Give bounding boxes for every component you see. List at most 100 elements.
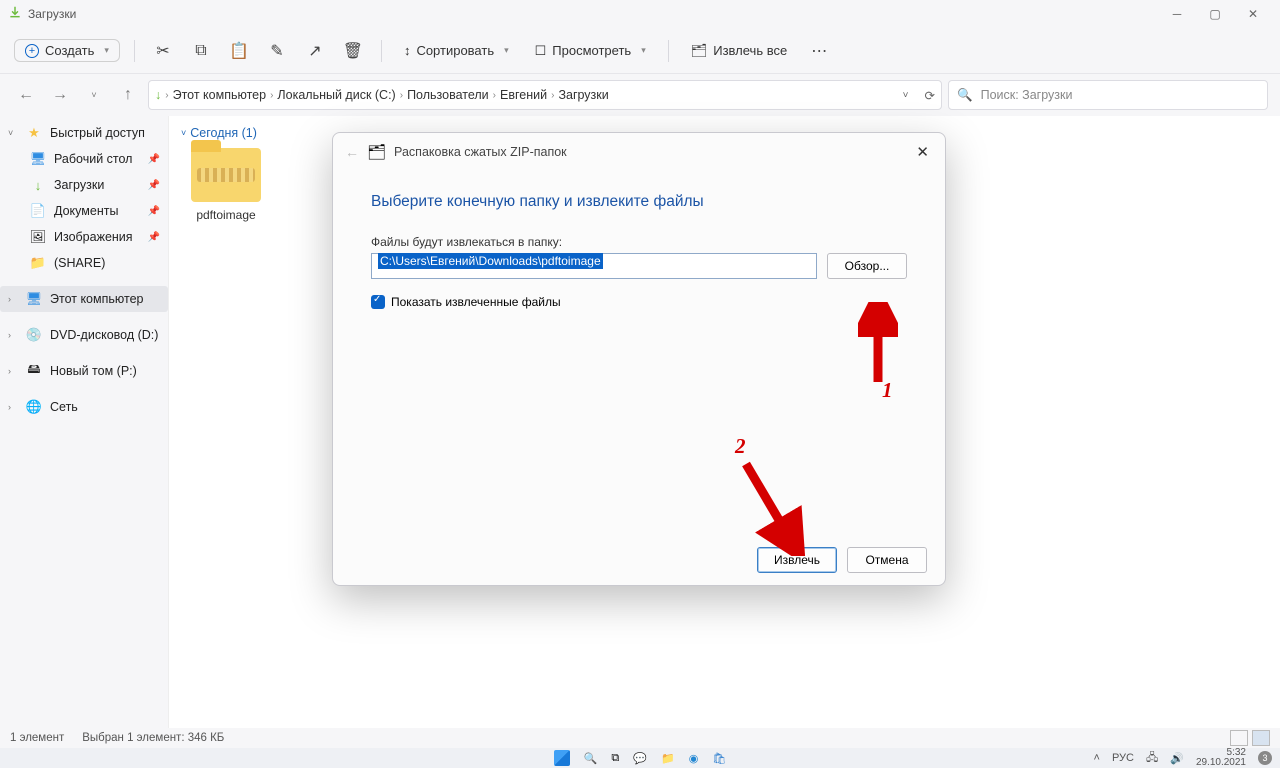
share-icon[interactable]: ↗ [301,37,329,65]
sidebar-item-images[interactable]: 🖼Изображения📌 [0,224,168,250]
folder-icon: 📁 [30,255,46,271]
search-taskbar-icon[interactable]: 🔍 [584,752,598,765]
crumb[interactable]: Пользователи [407,88,489,102]
network-tray-icon[interactable]: 🖧 [1146,749,1158,768]
list-view-button[interactable] [1230,730,1248,746]
clock[interactable]: 5:32 29.10.2021 [1196,748,1246,768]
tray-chevron-icon[interactable]: ˄ [1094,752,1100,764]
checkbox-icon [371,295,385,309]
separator [381,40,382,62]
disc-icon: 💿 [26,327,42,343]
chevron-down-icon: ▾ [641,45,646,56]
view-button[interactable]: ☐ Просмотреть ▾ [527,39,654,63]
taskview-icon[interactable]: ⧉ [611,752,619,765]
forward-button[interactable]: → [46,81,74,109]
sort-icon: ↕ [404,43,411,58]
desktop-icon: 🖥 [30,151,46,167]
sidebar-quick-access[interactable]: ˅★Быстрый доступ [0,120,168,146]
chat-icon[interactable]: 💬 [633,752,647,765]
sidebar-network[interactable]: ›🌐Сеть [0,394,168,420]
extract-icon: 🗂 [691,43,708,59]
new-button[interactable]: + Создать ▾ [14,39,120,62]
zip-icon: 🗂 [367,143,386,161]
volume-tray-icon[interactable]: 🔊 [1170,752,1184,765]
sort-label: Сортировать [416,43,494,58]
pin-icon: 📌 [148,232,160,243]
sidebar-dvd[interactable]: ›💿DVD-дисковод (D:) [0,322,168,348]
sidebar: ˅★Быстрый доступ 🖥Рабочий стол📌 ↓Загрузк… [0,116,168,728]
details-view-button[interactable] [1252,730,1270,746]
search-icon: 🔍 [957,88,973,103]
title-bar: Загрузки ─ ▢ ✕ [0,0,1280,28]
toolbar: + Создать ▾ ✂ ⧉ 📋 ✎ ↗ 🗑 ↕ Сортировать ▾ … [0,28,1280,74]
start-button[interactable] [554,750,570,766]
dialog-back-button[interactable]: ← [345,144,359,160]
view-label: Просмотреть [552,43,631,58]
close-button[interactable]: ✕ [1234,0,1272,28]
network-icon: 🌐 [26,399,42,415]
search-placeholder: Поиск: Загрузки [981,88,1073,102]
extract-label: Извлечь все [713,43,787,58]
refresh-icon[interactable]: ⟳ [925,88,935,103]
crumb[interactable]: Этот компьютер [173,88,266,102]
view-icon: ☐ [535,43,547,59]
zip-folder-icon [191,148,261,202]
delete-icon[interactable]: 🗑 [339,37,367,65]
status-bar: 1 элемент Выбран 1 элемент: 346 КБ [0,728,1280,748]
item-count: 1 элемент [10,732,64,744]
chevron-down-icon: ▾ [504,45,509,56]
rename-icon[interactable]: ✎ [263,37,291,65]
back-button[interactable]: ← [12,81,40,109]
path-label: Файлы будут извлекаться в папку: [371,235,907,249]
sidebar-this-pc[interactable]: ›🖥Этот компьютер [0,286,168,312]
notification-badge[interactable]: 3 [1258,751,1272,765]
more-icon[interactable]: ⋯ [805,37,833,65]
crumb[interactable]: Евгений [500,88,547,102]
chevron-down-icon[interactable]: ˅ [903,90,909,101]
chevron-down-icon: ▾ [104,45,109,56]
language-indicator[interactable]: РУС [1112,752,1134,764]
maximize-button[interactable]: ▢ [1196,0,1234,28]
explorer-icon[interactable]: 📁 [661,752,675,765]
separator [668,40,669,62]
browse-button[interactable]: Обзор... [827,253,907,279]
crumb[interactable]: Загрузки [558,88,608,102]
drive-icon: 🖴 [26,363,42,379]
up-button[interactable]: ↑ [114,81,142,109]
dialog-close-button[interactable]: ✕ [912,143,933,161]
show-files-checkbox[interactable]: Показать извлеченные файлы [371,295,907,309]
sort-button[interactable]: ↕ Сортировать ▾ [396,39,517,62]
sidebar-item-desktop[interactable]: 🖥Рабочий стол📌 [0,146,168,172]
sidebar-item-downloads[interactable]: ↓Загрузки📌 [0,172,168,198]
new-label: Создать [45,43,94,58]
file-item[interactable]: pdftoimage [181,148,271,222]
pin-icon: 📌 [148,206,160,217]
pin-icon: 📌 [148,154,160,165]
breadcrumb[interactable]: ↓ › Этот компьютер› Локальный диск (C:)›… [148,80,942,110]
search-input[interactable]: 🔍 Поиск: Загрузки [948,80,1268,110]
window-title: Загрузки [28,7,1158,21]
copy-icon[interactable]: ⧉ [187,37,215,65]
plus-icon: + [25,44,39,58]
extract-button[interactable]: Извлечь [757,547,837,573]
nav-row: ← → ˅ ↑ ↓ › Этот компьютер› Локальный ди… [0,74,1280,116]
cut-icon[interactable]: ✂ [149,37,177,65]
sidebar-item-share[interactable]: 📁(SHARE) [0,250,168,276]
destination-path-input[interactable]: C:\Users\Евгений\Downloads\pdftoimage [371,253,817,279]
download-icon [8,5,22,24]
paste-icon[interactable]: 📋 [225,37,253,65]
image-icon: 🖼 [30,229,46,245]
minimize-button[interactable]: ─ [1158,0,1196,28]
crumb[interactable]: Локальный диск (C:) [277,88,395,102]
recent-button[interactable]: ˅ [80,81,108,109]
sidebar-volume[interactable]: ›🖴Новый том (P:) [0,358,168,384]
dialog-heading: Выберите конечную папку и извлеките файл… [371,193,907,211]
cancel-button[interactable]: Отмена [847,547,927,573]
star-icon: ★ [26,125,42,141]
edge-icon[interactable]: ◉ [689,752,699,765]
store-icon[interactable]: 🛍 [712,752,726,765]
extract-all-button[interactable]: 🗂 Извлечь все [683,39,795,63]
extract-dialog: ← 🗂 Распаковка сжатых ZIP-папок ✕ Выбери… [332,132,946,586]
taskbar: 🔍 ⧉ 💬 📁 ◉ 🛍 ˄ РУС 🖧 🔊 5:32 29.10.2021 3 [0,748,1280,768]
sidebar-item-documents[interactable]: 📄Документы📌 [0,198,168,224]
